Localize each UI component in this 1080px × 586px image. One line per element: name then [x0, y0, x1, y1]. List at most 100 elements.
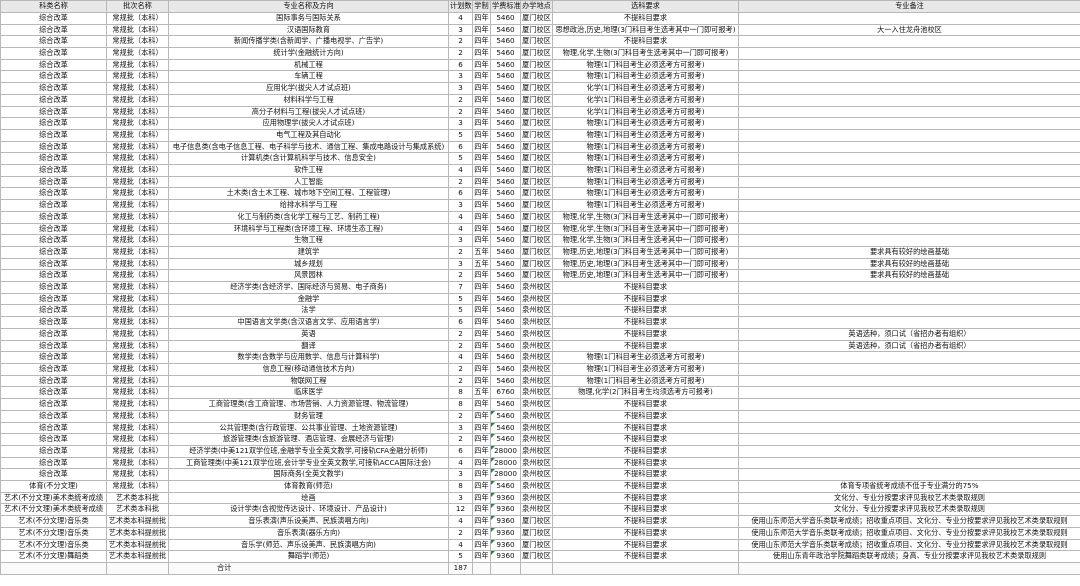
- duration-cell[interactable]: 四年: [472, 128, 491, 142]
- subject-requirement-cell[interactable]: 物理(1门科目考生必须选考方可报考): [552, 351, 739, 364]
- notes-cell[interactable]: 使用山东师范大学音乐类联考成绩；招收重点项目、文化分、专业分按要求评见我校艺术类…: [738, 538, 1080, 552]
- tuition-cell[interactable]: 9360: [490, 515, 521, 528]
- duration-cell[interactable]: 四年: [472, 491, 491, 505]
- campus-cell[interactable]: 厦门校区: [520, 93, 553, 107]
- batch-cell[interactable]: 常规批（本科）: [106, 164, 169, 177]
- plan-count-cell[interactable]: 6: [448, 187, 473, 201]
- subject-requirement-cell[interactable]: 不提科目要求: [552, 550, 739, 563]
- major-cell[interactable]: 统计学(金融统计方向): [168, 47, 449, 60]
- tuition-cell[interactable]: 28000: [490, 456, 521, 470]
- subject-requirement-cell[interactable]: 不提科目要求: [552, 480, 739, 493]
- tuition-cell[interactable]: 5460: [490, 47, 521, 60]
- category-cell[interactable]: 综合改革: [0, 210, 107, 224]
- campus-cell[interactable]: 厦门校区: [520, 234, 553, 247]
- campus-cell[interactable]: 厦门校区: [520, 222, 553, 236]
- duration-cell[interactable]: 四年: [472, 433, 491, 446]
- subject-requirement-cell[interactable]: 不提科目要求: [552, 316, 739, 329]
- notes-cell[interactable]: 要求具有较好的绘画基础: [738, 269, 1080, 283]
- batch-cell[interactable]: 常规批（本科）: [106, 257, 169, 271]
- plan-count-cell[interactable]: 2: [448, 327, 473, 341]
- duration-cell[interactable]: 四年: [472, 351, 491, 364]
- category-cell[interactable]: 综合改革: [0, 93, 107, 107]
- duration-cell[interactable]: 四年: [472, 327, 491, 341]
- subject-requirement-cell[interactable]: 不提科目要求: [552, 398, 739, 411]
- batch-cell[interactable]: 常规批（本科）: [106, 281, 169, 294]
- major-cell[interactable]: 临床医学: [168, 386, 449, 400]
- category-cell[interactable]: 综合改革: [0, 444, 107, 458]
- tuition-cell[interactable]: 9360: [490, 526, 521, 540]
- category-cell[interactable]: 综合改革: [0, 47, 107, 60]
- batch-cell[interactable]: 常规批（本科）: [106, 128, 169, 142]
- total-value[interactable]: 187: [448, 561, 473, 575]
- major-cell[interactable]: 音乐学(师范、声乐设美声、民族演唱方向): [168, 538, 449, 552]
- batch-cell[interactable]: 常规批（本科）: [106, 456, 169, 470]
- duration-cell[interactable]: 四年: [472, 269, 491, 283]
- duration-cell[interactable]: 四年: [472, 468, 491, 482]
- plan-count-cell[interactable]: 5: [448, 292, 473, 306]
- tuition-cell[interactable]: 5460: [490, 234, 521, 247]
- notes-cell[interactable]: [738, 11, 1080, 25]
- notes-cell[interactable]: [738, 117, 1080, 130]
- batch-cell[interactable]: 常规批（本科）: [106, 433, 169, 446]
- subject-requirement-cell[interactable]: 不提科目要求: [552, 409, 739, 423]
- category-cell[interactable]: 综合改革: [0, 374, 107, 388]
- tuition-cell[interactable]: 5460: [490, 199, 521, 212]
- batch-cell[interactable]: 常规批（本科）: [106, 82, 169, 95]
- subject-requirement-cell[interactable]: 不提科目要求: [552, 538, 739, 552]
- category-cell[interactable]: 综合改革: [0, 398, 107, 411]
- plan-count-cell[interactable]: 2: [448, 374, 473, 388]
- tuition-cell[interactable]: 5460: [490, 82, 521, 95]
- campus-cell[interactable]: 泉州校区: [520, 316, 553, 329]
- batch-cell[interactable]: 常规批（本科）: [106, 140, 169, 154]
- plan-count-cell[interactable]: 3: [448, 491, 473, 505]
- total-blank-cell[interactable]: [472, 561, 491, 575]
- category-cell[interactable]: 综合改革: [0, 257, 107, 271]
- plan-count-cell[interactable]: 2: [448, 105, 473, 119]
- batch-cell[interactable]: 常规批（本科）: [106, 187, 169, 201]
- subject-requirement-cell[interactable]: 物理(1门科目考生必须选考方可报考): [552, 128, 739, 142]
- plan-count-cell[interactable]: 3: [448, 70, 473, 84]
- category-cell[interactable]: 综合改革: [0, 456, 107, 470]
- subject-requirement-cell[interactable]: 物理,历史,地理(3门科目考生选考其中一门即可报考): [552, 257, 739, 271]
- category-cell[interactable]: 综合改革: [0, 292, 107, 306]
- batch-cell[interactable]: 常规批（本科）: [106, 152, 169, 166]
- subject-requirement-cell[interactable]: 不提科目要求: [552, 35, 739, 48]
- plan-count-cell[interactable]: 8: [448, 398, 473, 411]
- campus-cell[interactable]: 厦门校区: [520, 187, 553, 201]
- duration-cell[interactable]: 四年: [472, 105, 491, 119]
- major-cell[interactable]: 机械工程: [168, 58, 449, 72]
- tuition-cell[interactable]: 5460: [490, 292, 521, 306]
- subject-requirement-cell[interactable]: 物理(1门科目考生必须选考方可报考): [552, 117, 739, 130]
- notes-cell[interactable]: 使用山东青年政治学院舞蹈类联考成绩；身高、专业分按要求评见我校艺术类录取规则: [738, 550, 1080, 563]
- tuition-cell[interactable]: 5460: [490, 257, 521, 271]
- duration-cell[interactable]: 四年: [472, 362, 491, 376]
- tuition-cell[interactable]: 9360: [490, 538, 521, 552]
- category-cell[interactable]: 综合改革: [0, 187, 107, 201]
- campus-cell[interactable]: 泉州校区: [520, 339, 553, 353]
- duration-cell[interactable]: 四年: [472, 456, 491, 470]
- major-cell[interactable]: 生物工程: [168, 234, 449, 247]
- category-cell[interactable]: 综合改革: [0, 117, 107, 130]
- duration-cell[interactable]: 四年: [472, 175, 491, 189]
- batch-cell[interactable]: 常规批（本科）: [106, 421, 169, 435]
- duration-cell[interactable]: 五年: [472, 245, 491, 259]
- tuition-cell[interactable]: 5460: [490, 70, 521, 84]
- campus-cell[interactable]: 厦门校区: [520, 47, 553, 60]
- plan-count-cell[interactable]: 3: [448, 117, 473, 130]
- category-cell[interactable]: 综合改革: [0, 222, 107, 236]
- batch-cell[interactable]: 常规批（本科）: [106, 374, 169, 388]
- plan-count-cell[interactable]: 2: [448, 93, 473, 107]
- category-cell[interactable]: 艺术(不分文理)音乐类: [0, 515, 107, 528]
- duration-cell[interactable]: 四年: [472, 58, 491, 72]
- campus-cell[interactable]: 厦门校区: [520, 210, 553, 224]
- subject-requirement-cell[interactable]: 物理(1门科目考生必须选考方可报考): [552, 187, 739, 201]
- duration-cell[interactable]: 四年: [472, 47, 491, 60]
- plan-count-cell[interactable]: 2: [448, 269, 473, 283]
- notes-cell[interactable]: [738, 316, 1080, 329]
- notes-cell[interactable]: 使用山东师范大学音乐类联考成绩；招收重点项目、文化分、专业分按要求评见我校艺术类…: [738, 526, 1080, 540]
- duration-cell[interactable]: 四年: [472, 374, 491, 388]
- major-cell[interactable]: 工商管理类(中美121双学位班,会计学专业全英文教学,可接轨ACCA国际注会): [168, 456, 449, 470]
- duration-cell[interactable]: 四年: [472, 140, 491, 154]
- major-cell[interactable]: 风景园林: [168, 269, 449, 283]
- campus-cell[interactable]: 厦门校区: [520, 245, 553, 259]
